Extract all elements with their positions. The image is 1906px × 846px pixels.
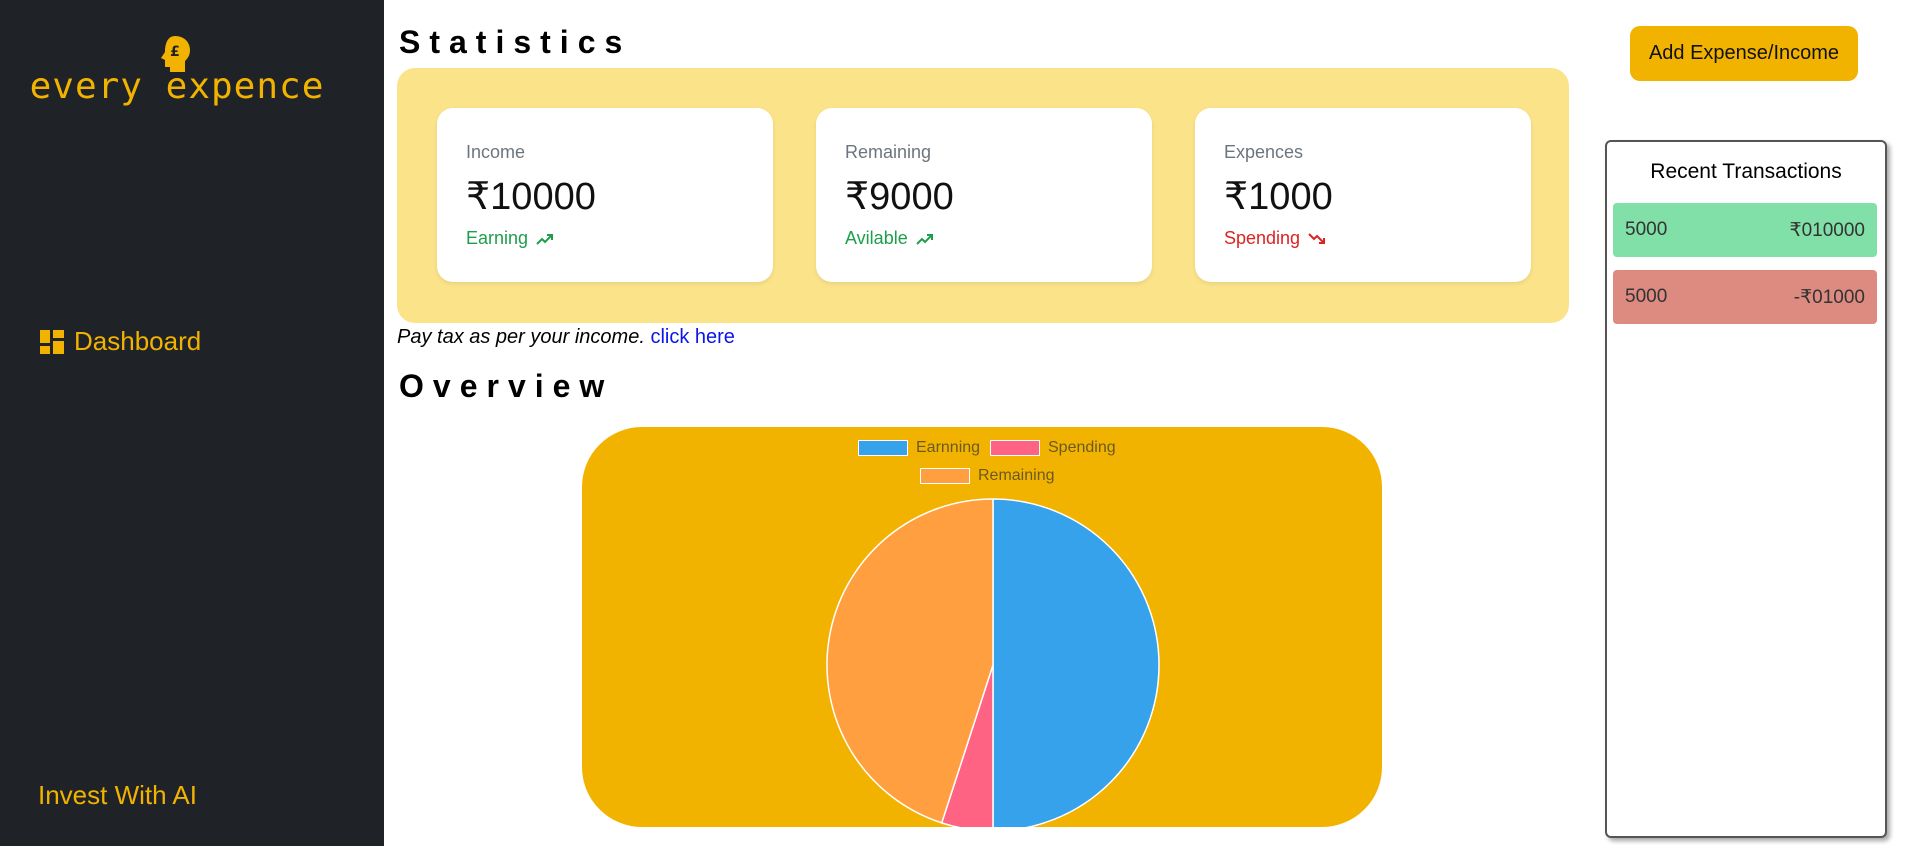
transaction-row[interactable]: 5000 ₹010000 — [1613, 203, 1877, 257]
card-trend: Spending — [1224, 228, 1326, 249]
legend-label: Spending — [1048, 439, 1116, 456]
card-trend: Earning — [466, 228, 554, 249]
legend-swatch — [920, 468, 970, 484]
card-value: ₹10000 — [466, 176, 596, 218]
card-label: Remaining — [845, 142, 932, 162]
legend-swatch — [858, 440, 908, 456]
logo-text: every expence — [29, 66, 325, 107]
card-value: ₹1000 — [1224, 176, 1333, 218]
sidebar-item-label: Dashboard — [74, 326, 202, 356]
invest-with-ai-link[interactable]: Invest With AI — [38, 780, 197, 811]
trend-label: Spending — [1224, 228, 1301, 248]
legend-swatch — [990, 440, 1040, 456]
tax-click-here-link[interactable]: click here — [650, 326, 734, 348]
grid-icon — [40, 329, 64, 354]
pie-slice-earnning[interactable] — [992, 498, 1160, 827]
card-value: ₹9000 — [845, 176, 954, 218]
legend-label: Remaining — [978, 467, 1055, 484]
trend-label: Earning — [466, 228, 529, 248]
transaction-amount: 5000 — [1625, 286, 1668, 307]
trend-down-icon — [1308, 232, 1326, 244]
tax-note: Pay tax as per your income. click here — [397, 326, 735, 349]
transaction-value: ₹010000 — [1789, 219, 1866, 241]
sidebar: £ every expence Dashboard Invest With AI — [0, 0, 384, 846]
transaction-value: -₹01000 — [1793, 286, 1865, 308]
statistics-panel: Income ₹10000 Earning Remaining ₹9000 Av… — [397, 68, 1569, 323]
trend-up-icon — [536, 233, 554, 245]
recent-transactions-title: Recent Transactions — [1650, 160, 1842, 183]
pie-chart — [826, 498, 1160, 827]
card-label: Expences — [1224, 142, 1304, 162]
add-expense-income-button[interactable]: Add Expense/Income — [1630, 26, 1858, 81]
income-card: Income ₹10000 Earning — [437, 108, 773, 282]
transaction-amount: 5000 — [1625, 219, 1668, 240]
overview-title: Overview — [399, 368, 614, 404]
card-label: Income — [466, 142, 526, 162]
statistics-title: Statistics — [399, 24, 632, 60]
legend-item-remaining[interactable]: Remaining — [920, 467, 1054, 485]
remaining-card: Remaining ₹9000 Avilable — [816, 108, 1152, 282]
legend-item-earnning[interactable]: Earnning — [858, 439, 980, 457]
trend-label: Avilable — [845, 228, 908, 248]
svg-text:£: £ — [170, 44, 180, 60]
trend-up-icon — [916, 233, 933, 245]
sidebar-item-dashboard[interactable]: Dashboard — [40, 326, 201, 357]
tax-note-text: Pay tax as per your income. — [397, 326, 645, 348]
legend-label: Earnning — [916, 439, 981, 456]
overview-chart: Earnning Spending Remaining — [582, 427, 1382, 827]
expences-card: Expences ₹1000 Spending — [1195, 108, 1531, 282]
transaction-row[interactable]: 5000 -₹01000 — [1613, 270, 1877, 324]
card-trend: Avilable — [845, 228, 934, 249]
recent-transactions-panel: Recent Transactions 5000 ₹010000 5000 -₹… — [1605, 140, 1887, 838]
legend-item-spending[interactable]: Spending — [990, 439, 1116, 457]
